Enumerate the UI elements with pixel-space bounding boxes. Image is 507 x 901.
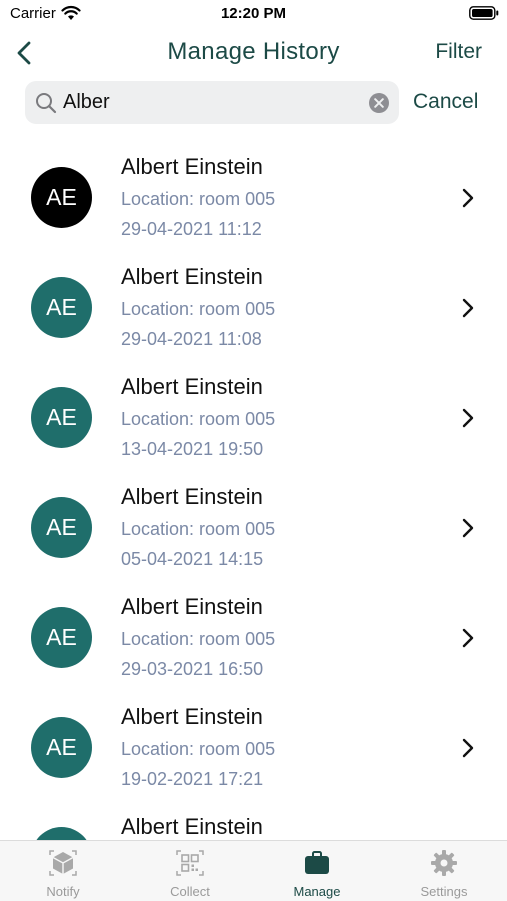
avatar: AE [31, 827, 92, 840]
location-text: Location: room 005 [121, 299, 276, 319]
cube-icon [49, 850, 77, 876]
tab-bar: Notify Collect Manage Settings [0, 840, 507, 901]
timestamp: 29-03-2021 16:50 [121, 659, 264, 679]
chevron-right-icon [462, 738, 474, 758]
nav-header: Manage History Filter [0, 30, 507, 76]
status-bar: Carrier 12:20 PM [0, 0, 507, 30]
avatar: AE [31, 717, 92, 778]
battery-icon [469, 6, 499, 20]
tab-label: Settings [420, 884, 468, 899]
person-name: Albert Einstein [121, 704, 263, 729]
tab-manage[interactable]: Manage [254, 841, 380, 901]
chevron-right-icon [462, 298, 474, 318]
location-text: Location: room 005 [121, 739, 276, 759]
chevron-right-icon [462, 628, 474, 648]
page-title: Manage History [167, 38, 340, 65]
list-item[interactable]: AE Albert Einstein Location: room 005 29… [0, 143, 507, 253]
person-name: Albert Einstein [121, 814, 263, 839]
person-name: Albert Einstein [121, 154, 263, 179]
list-item[interactable]: AE Albert Einstein Location: room 005 13… [0, 363, 507, 473]
location-text: Location: room 005 [121, 409, 276, 429]
tab-label: Collect [170, 884, 210, 899]
list-item[interactable]: AE Albert Einstein Location: room 005 05… [0, 473, 507, 583]
timestamp: 29-04-2021 11:08 [121, 329, 262, 349]
person-name: Albert Einstein [121, 374, 263, 399]
location-text: Location: room 005 [121, 629, 276, 649]
search-icon [36, 93, 57, 114]
location-text: Location: room 005 [121, 189, 276, 209]
tab-collect[interactable]: Collect [127, 841, 253, 901]
tab-label: Manage [293, 884, 341, 899]
status-time: 12:20 PM [220, 5, 287, 22]
search-input[interactable] [63, 87, 353, 117]
chevron-right-icon [462, 518, 474, 538]
tab-settings[interactable]: Settings [381, 841, 507, 901]
list-item[interactable]: AE Albert Einstein Location: room 005 29… [0, 583, 507, 693]
search-bar [25, 81, 399, 124]
history-list: AE Albert Einstein Location: room 005 29… [0, 143, 507, 840]
briefcase-icon [305, 851, 329, 874]
tab-notify[interactable]: Notify [0, 841, 126, 901]
avatar: AE [31, 607, 92, 668]
timestamp: 19-02-2021 17:21 [121, 769, 264, 789]
avatar: AE [31, 497, 92, 558]
filter-button[interactable]: Filter [435, 40, 482, 64]
chevron-right-icon [462, 188, 474, 208]
timestamp: 05-04-2021 14:15 [121, 549, 264, 569]
avatar: AE [31, 387, 92, 448]
gear-icon [431, 850, 457, 876]
avatar: AE [31, 167, 92, 228]
avatar: AE [31, 277, 92, 338]
list-item[interactable]: AE Albert Einstein Location: room 005 19… [0, 693, 507, 803]
cancel-button[interactable]: Cancel [413, 90, 478, 114]
person-name: Albert Einstein [121, 264, 263, 289]
chevron-right-icon [462, 408, 474, 428]
list-item[interactable]: AE Albert Einstein [0, 803, 507, 840]
clear-search-icon[interactable] [368, 92, 390, 114]
qr-code-icon [176, 850, 204, 876]
location-text: Location: room 005 [121, 519, 276, 539]
timestamp: 13-04-2021 19:50 [121, 439, 264, 459]
list-item[interactable]: AE Albert Einstein Location: room 005 29… [0, 253, 507, 363]
timestamp: 29-04-2021 11:12 [121, 219, 262, 239]
person-name: Albert Einstein [121, 594, 263, 619]
person-name: Albert Einstein [121, 484, 263, 509]
tab-label: Notify [46, 884, 80, 899]
